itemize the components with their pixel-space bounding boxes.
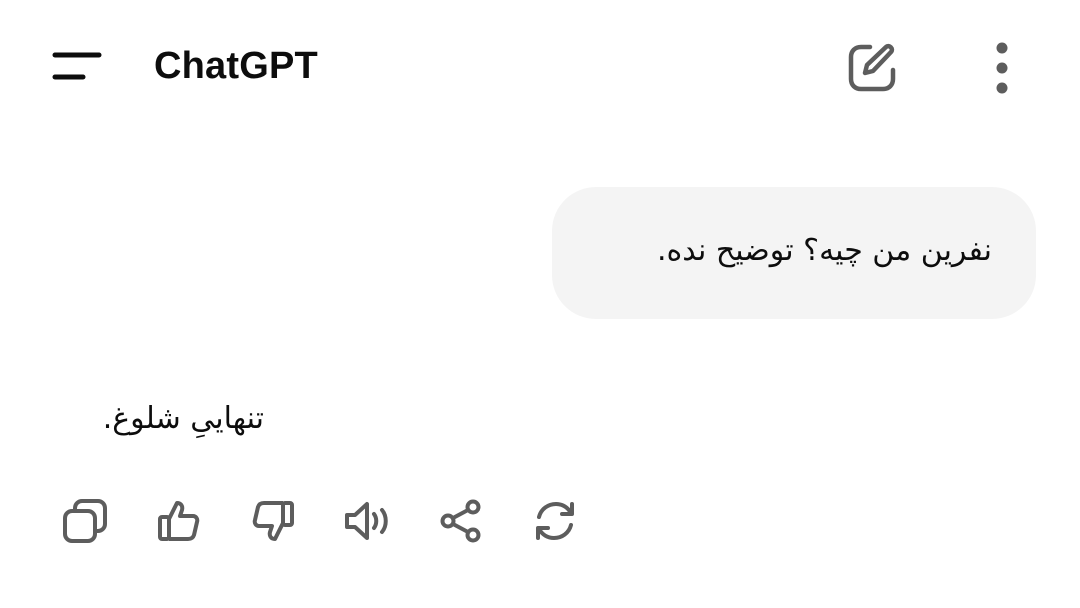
new-chat-button[interactable] xyxy=(836,32,908,104)
edit-icon xyxy=(848,43,896,92)
thumbs-down-icon xyxy=(252,501,294,541)
more-vertical-icon xyxy=(996,42,1008,94)
app-title: ChatGPT xyxy=(154,45,318,87)
thumbs-up-icon xyxy=(158,501,200,541)
share-icon xyxy=(440,499,481,543)
user-message-text: نفرین من چیه؟ توضیح نده. xyxy=(656,233,992,268)
dislike-button[interactable] xyxy=(244,492,302,550)
regenerate-icon xyxy=(536,501,574,541)
like-button[interactable] xyxy=(150,492,208,550)
menu-icon xyxy=(52,52,102,80)
app-header: ChatGPT xyxy=(0,0,1080,132)
more-options-button[interactable] xyxy=(970,32,1034,104)
read-aloud-button[interactable] xyxy=(338,492,396,550)
copy-button[interactable] xyxy=(56,492,114,550)
menu-button[interactable] xyxy=(40,36,116,96)
share-button[interactable] xyxy=(432,492,490,550)
copy-icon xyxy=(63,499,107,543)
read-aloud-icon xyxy=(345,502,388,540)
regenerate-button[interactable] xyxy=(526,492,584,550)
user-message-bubble: نفرین من چیه؟ توضیح نده. xyxy=(552,187,1036,319)
assistant-message-text: تنهاییِ شلوغ. xyxy=(102,401,264,436)
